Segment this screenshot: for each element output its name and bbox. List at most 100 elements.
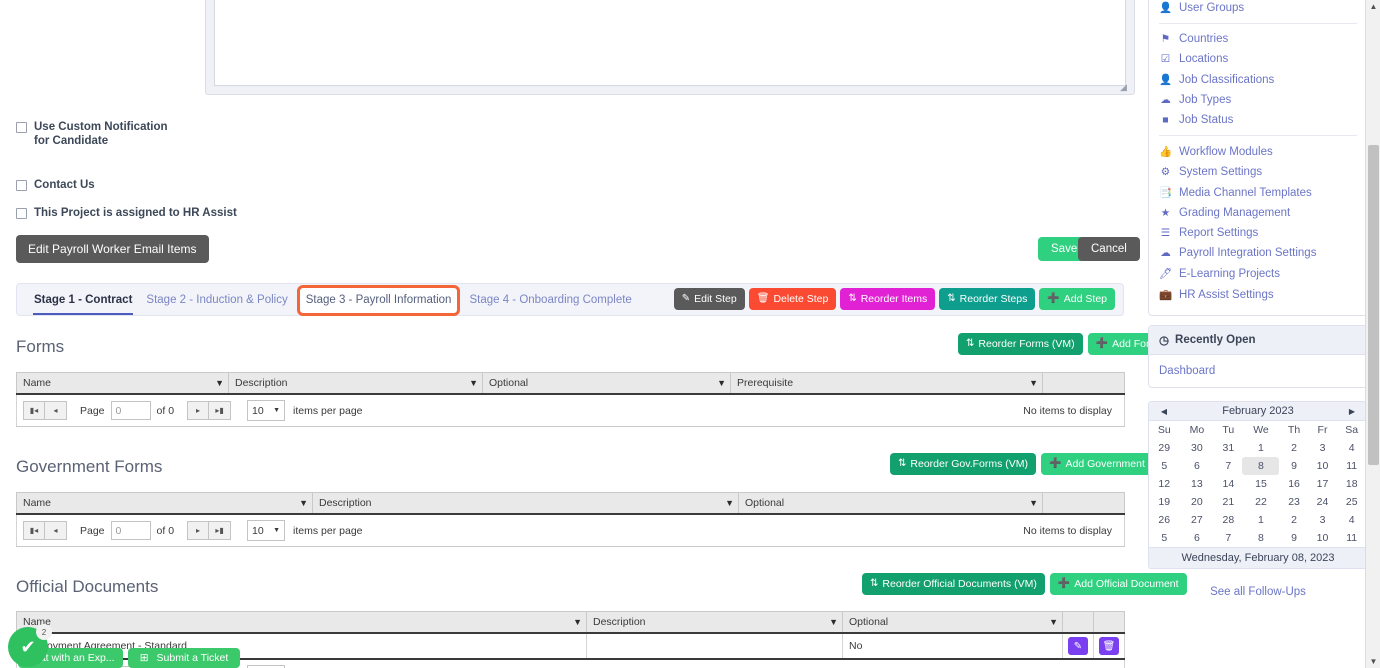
calendar-day[interactable]: 5 (1149, 457, 1180, 475)
filter-icon[interactable]: ▼ (469, 378, 478, 388)
sidebar-item-e-learning-projects[interactable]: 🖊 E-Learning Projects (1149, 263, 1367, 284)
calendar-day[interactable]: 25 (1336, 493, 1367, 511)
column-header-description[interactable]: Description ▼ (586, 611, 843, 634)
calendar-day[interactable]: 1 (1242, 511, 1279, 529)
filter-icon[interactable]: ▼ (573, 617, 582, 627)
calendar-day[interactable]: 10 (1309, 529, 1337, 547)
calendar-day[interactable]: 6 (1180, 529, 1215, 547)
delete-row-icon[interactable]: 🗑 (1099, 637, 1119, 655)
calendar-next-icon[interactable]: ▶ (1345, 407, 1359, 416)
browser-vertical-scrollbar[interactable]: ▲ ▼ (1365, 0, 1380, 668)
calendar-day[interactable]: 10 (1309, 457, 1337, 475)
calendar-day[interactable]: 27 (1180, 511, 1215, 529)
reorder-forms-button[interactable]: ⇅ Reorder Forms (VM) (958, 333, 1083, 355)
sidebar-item-user-groups[interactable]: 👤 User Groups (1149, 0, 1367, 18)
reorder-official-documents-button[interactable]: ⇅ Reorder Official Documents (VM) (862, 573, 1045, 595)
edit-payroll-worker-email-items-button[interactable]: Edit Payroll Worker Email Items (16, 235, 209, 263)
filter-icon[interactable]: ▼ (215, 378, 224, 388)
filter-icon[interactable]: ▼ (725, 498, 734, 508)
calendar-day[interactable]: 8 (1242, 529, 1279, 547)
checkbox-hr-assist[interactable]: This Project is assigned to HR Assist (16, 207, 237, 221)
calendar-day[interactable]: 12 (1149, 475, 1180, 493)
pager-last-button[interactable]: ▸▮ (209, 401, 232, 420)
checkbox-box[interactable] (16, 122, 27, 133)
column-header-name[interactable]: Name ▼ (16, 611, 587, 634)
calendar-day[interactable]: 13 (1180, 475, 1215, 493)
scroll-up-arrow-icon[interactable]: ▲ (1366, 2, 1380, 11)
filter-icon[interactable]: ▼ (1049, 617, 1058, 627)
add-step-button[interactable]: ➕ Add Step (1039, 288, 1115, 310)
calendar-day[interactable]: 29 (1149, 439, 1180, 457)
calendar-day[interactable]: 31 (1214, 439, 1242, 457)
pager-first-button[interactable]: ▮◂ (23, 401, 45, 420)
submit-ticket-button[interactable]: ⊞ Submit a Ticket (128, 648, 240, 668)
checkbox-contact-us[interactable]: Contact Us (16, 179, 95, 193)
pager-next-button[interactable]: ▸ (187, 521, 210, 540)
filter-icon[interactable]: ▼ (1029, 378, 1038, 388)
edit-step-button[interactable]: ✎ Edit Step (673, 288, 745, 310)
calendar-day[interactable]: 16 (1279, 475, 1308, 493)
scrollbar-thumb[interactable] (1368, 145, 1379, 465)
sidebar-item-report-settings[interactable]: ☰ Report Settings (1149, 223, 1367, 243)
sidebar-item-job-status[interactable]: ■ Job Status (1149, 110, 1367, 130)
sidebar-item-locations[interactable]: ☑ Locations (1149, 49, 1367, 69)
welcome-message-editor[interactable]: Welcome to your self-service onboarding … (205, 0, 1135, 95)
calendar-day[interactable]: 26 (1149, 511, 1180, 529)
stage-tab-2[interactable]: Stage 2 - Induction & Policy (139, 285, 294, 316)
sidebar-item-hr-assist-settings[interactable]: 💼 HR Assist Settings (1149, 284, 1367, 305)
sidebar-item-grading-management[interactable]: ★ Grading Management (1149, 203, 1367, 223)
calendar-day[interactable]: 9 (1279, 457, 1308, 475)
stage-tab-3[interactable]: Stage 3 - Payroll Information (296, 285, 461, 316)
column-header-optional[interactable]: Optional ▼ (842, 611, 1063, 634)
calendar-day[interactable]: 6 (1180, 457, 1215, 475)
stage-tab-4[interactable]: Stage 4 - Onboarding Complete (462, 285, 638, 316)
column-header-name[interactable]: Name ▼ (16, 492, 313, 515)
sidebar-item-countries[interactable]: ⚑ Countries (1149, 29, 1367, 49)
page-size-select[interactable]: 10 ▼ (247, 520, 286, 541)
pager-first-button[interactable]: ▮◂ (23, 521, 45, 540)
calendar-day[interactable]: 15 (1242, 475, 1279, 493)
calendar-day[interactable]: 4 (1336, 511, 1367, 529)
calendar-day[interactable]: 11 (1336, 529, 1367, 547)
column-header-description[interactable]: Description ▼ (312, 492, 739, 515)
calendar-day[interactable]: 14 (1214, 475, 1242, 493)
filter-icon[interactable]: ▼ (299, 498, 308, 508)
see-all-follow-ups-link[interactable]: See all Follow-Ups (1148, 578, 1368, 606)
scroll-down-arrow-icon[interactable]: ▼ (1366, 657, 1380, 666)
calendar-day[interactable]: 22 (1242, 493, 1279, 511)
pager-page-input[interactable] (110, 401, 151, 420)
stage-tab-1[interactable]: Stage 1 - Contract (27, 285, 139, 316)
calendar-day-selected[interactable]: 8 (1242, 457, 1280, 475)
column-header-optional[interactable]: Optional ▼ (738, 492, 1043, 515)
reorder-steps-button[interactable]: ⇅ Reorder Steps (939, 288, 1036, 310)
calendar-day[interactable]: 4 (1336, 439, 1367, 457)
filter-icon[interactable]: ▼ (717, 378, 726, 388)
calendar-day[interactable]: 30 (1180, 439, 1215, 457)
pager-prev-button[interactable]: ◂ (45, 401, 67, 420)
column-header-name[interactable]: Name ▼ (16, 372, 229, 395)
calendar-day[interactable]: 3 (1309, 511, 1337, 529)
filter-icon[interactable]: ▼ (829, 617, 838, 627)
sidebar-item-workflow-modules[interactable]: 👍 Workflow Modules (1149, 141, 1367, 162)
calendar-day[interactable]: 5 (1149, 529, 1180, 547)
calendar-day[interactable]: 18 (1336, 475, 1367, 493)
filter-icon[interactable]: ▼ (1029, 498, 1038, 508)
editor-resize-handle[interactable]: ◢ (1120, 82, 1130, 92)
checkbox-use-custom-notification[interactable]: Use Custom Notification for Candidate (16, 121, 186, 148)
calendar-day[interactable]: 24 (1309, 493, 1337, 511)
calendar-day[interactable]: 2 (1279, 511, 1308, 529)
reorder-gov-forms-button[interactable]: ⇅ Reorder Gov.Forms (VM) (890, 453, 1037, 475)
calendar-day[interactable]: 20 (1180, 493, 1215, 511)
calendar-day[interactable]: 21 (1214, 493, 1242, 511)
calendar-day[interactable]: 19 (1149, 493, 1180, 511)
pager-last-button[interactable]: ▸▮ (209, 521, 232, 540)
pager-page-input[interactable] (110, 521, 151, 540)
calendar-day[interactable]: 7 (1214, 529, 1242, 547)
calendar-day[interactable]: 11 (1336, 457, 1367, 475)
calendar-day[interactable]: 28 (1214, 511, 1242, 529)
calendar-day[interactable]: 17 (1309, 475, 1337, 493)
pager-next-button[interactable]: ▸ (187, 401, 210, 420)
column-header-optional[interactable]: Optional ▼ (482, 372, 731, 395)
calendar-month-label[interactable]: February 2023 (1222, 405, 1294, 417)
checkbox-box[interactable] (16, 180, 27, 191)
